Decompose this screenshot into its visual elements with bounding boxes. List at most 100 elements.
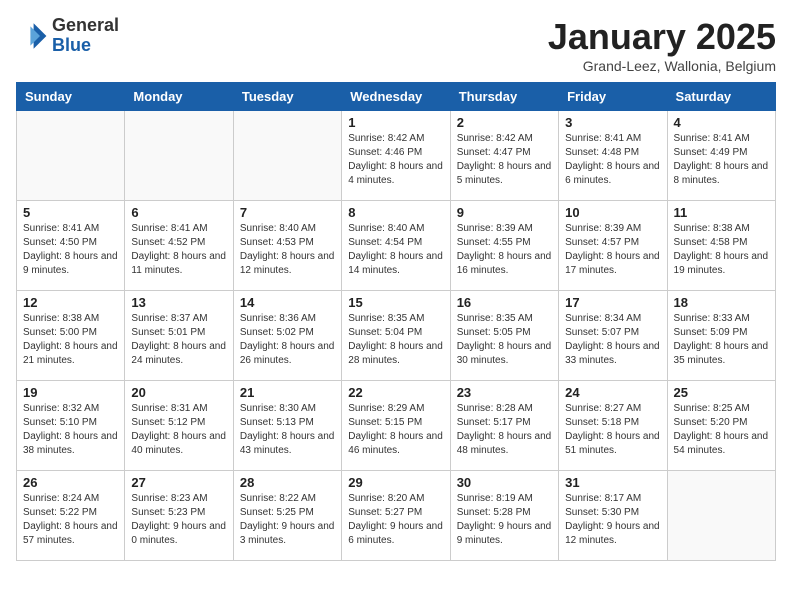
day-number: 21 <box>240 385 335 400</box>
calendar-cell: 19 Sunrise: 8:32 AM Sunset: 5:10 PM Dayli… <box>17 381 125 471</box>
weekday-header-sunday: Sunday <box>17 83 125 111</box>
day-number: 29 <box>348 475 443 490</box>
calendar-cell: 9 Sunrise: 8:39 AM Sunset: 4:55 PM Daylig… <box>450 201 558 291</box>
day-info: Sunrise: 8:31 AM Sunset: 5:12 PM Dayligh… <box>131 402 226 458</box>
page-header: General Blue January 2025 Grand-Leez, Wa… <box>16 16 776 74</box>
day-info: Sunrise: 8:33 AM Sunset: 5:09 PM Dayligh… <box>674 312 769 368</box>
day-number: 10 <box>565 205 660 220</box>
logo-text: General Blue <box>52 16 119 56</box>
logo-icon <box>16 20 48 52</box>
location: Grand-Leez, Wallonia, Belgium <box>548 58 776 74</box>
day-info: Sunrise: 8:17 AM Sunset: 5:30 PM Dayligh… <box>565 492 660 548</box>
day-number: 28 <box>240 475 335 490</box>
day-info: Sunrise: 8:41 AM Sunset: 4:50 PM Dayligh… <box>23 222 118 278</box>
calendar-cell <box>233 111 341 201</box>
calendar-cell: 13 Sunrise: 8:37 AM Sunset: 5:01 PM Dayli… <box>125 291 233 381</box>
day-number: 20 <box>131 385 226 400</box>
day-info: Sunrise: 8:24 AM Sunset: 5:22 PM Dayligh… <box>23 492 118 548</box>
calendar-cell: 20 Sunrise: 8:31 AM Sunset: 5:12 PM Dayli… <box>125 381 233 471</box>
day-info: Sunrise: 8:40 AM Sunset: 4:53 PM Dayligh… <box>240 222 335 278</box>
day-info: Sunrise: 8:35 AM Sunset: 5:04 PM Dayligh… <box>348 312 443 368</box>
day-number: 22 <box>348 385 443 400</box>
day-number: 26 <box>23 475 118 490</box>
calendar-cell: 7 Sunrise: 8:40 AM Sunset: 4:53 PM Daylig… <box>233 201 341 291</box>
day-number: 23 <box>457 385 552 400</box>
day-number: 11 <box>674 205 769 220</box>
day-info: Sunrise: 8:42 AM Sunset: 4:47 PM Dayligh… <box>457 132 552 188</box>
calendar-cell: 5 Sunrise: 8:41 AM Sunset: 4:50 PM Daylig… <box>17 201 125 291</box>
title-block: January 2025 Grand-Leez, Wallonia, Belgi… <box>548 16 776 74</box>
logo-general: General <box>52 16 119 36</box>
calendar-cell <box>17 111 125 201</box>
day-info: Sunrise: 8:38 AM Sunset: 5:00 PM Dayligh… <box>23 312 118 368</box>
day-number: 16 <box>457 295 552 310</box>
calendar-cell: 15 Sunrise: 8:35 AM Sunset: 5:04 PM Dayli… <box>342 291 450 381</box>
day-info: Sunrise: 8:37 AM Sunset: 5:01 PM Dayligh… <box>131 312 226 368</box>
day-number: 30 <box>457 475 552 490</box>
day-number: 19 <box>23 385 118 400</box>
day-number: 25 <box>674 385 769 400</box>
calendar-cell: 6 Sunrise: 8:41 AM Sunset: 4:52 PM Daylig… <box>125 201 233 291</box>
calendar-cell <box>667 471 775 561</box>
week-row-5: 26 Sunrise: 8:24 AM Sunset: 5:22 PM Dayli… <box>17 471 776 561</box>
day-number: 2 <box>457 115 552 130</box>
day-info: Sunrise: 8:42 AM Sunset: 4:46 PM Dayligh… <box>348 132 443 188</box>
weekday-header-wednesday: Wednesday <box>342 83 450 111</box>
day-info: Sunrise: 8:41 AM Sunset: 4:49 PM Dayligh… <box>674 132 769 188</box>
calendar-cell: 27 Sunrise: 8:23 AM Sunset: 5:23 PM Dayli… <box>125 471 233 561</box>
calendar-cell: 18Sunrise: 8:33 AM Sunset: 5:09 PM Dayli… <box>667 291 775 381</box>
weekday-header-friday: Friday <box>559 83 667 111</box>
day-info: Sunrise: 8:32 AM Sunset: 5:10 PM Dayligh… <box>23 402 118 458</box>
calendar-cell: 16Sunrise: 8:35 AM Sunset: 5:05 PM Dayli… <box>450 291 558 381</box>
day-number: 31 <box>565 475 660 490</box>
day-number: 6 <box>131 205 226 220</box>
day-number: 5 <box>23 205 118 220</box>
calendar-cell: 1 Sunrise: 8:42 AM Sunset: 4:46 PM Daylig… <box>342 111 450 201</box>
day-number: 1 <box>348 115 443 130</box>
calendar-cell: 14Sunrise: 8:36 AM Sunset: 5:02 PM Dayli… <box>233 291 341 381</box>
weekday-header-thursday: Thursday <box>450 83 558 111</box>
weekday-header-saturday: Saturday <box>667 83 775 111</box>
day-info: Sunrise: 8:40 AM Sunset: 4:54 PM Dayligh… <box>348 222 443 278</box>
calendar-cell: 21Sunrise: 8:30 AM Sunset: 5:13 PM Dayli… <box>233 381 341 471</box>
day-number: 8 <box>348 205 443 220</box>
day-number: 17 <box>565 295 660 310</box>
day-info: Sunrise: 8:27 AM Sunset: 5:18 PM Dayligh… <box>565 402 660 458</box>
calendar-cell: 24Sunrise: 8:27 AM Sunset: 5:18 PM Dayli… <box>559 381 667 471</box>
day-info: Sunrise: 8:41 AM Sunset: 4:52 PM Dayligh… <box>131 222 226 278</box>
calendar-cell: 3 Sunrise: 8:41 AM Sunset: 4:48 PM Daylig… <box>559 111 667 201</box>
calendar: SundayMondayTuesdayWednesdayThursdayFrid… <box>16 82 776 561</box>
week-row-2: 5 Sunrise: 8:41 AM Sunset: 4:50 PM Daylig… <box>17 201 776 291</box>
day-number: 15 <box>348 295 443 310</box>
day-info: Sunrise: 8:36 AM Sunset: 5:02 PM Dayligh… <box>240 312 335 368</box>
day-number: 12 <box>23 295 118 310</box>
calendar-cell: 26 Sunrise: 8:24 AM Sunset: 5:22 PM Dayli… <box>17 471 125 561</box>
day-number: 9 <box>457 205 552 220</box>
calendar-cell: 8 Sunrise: 8:40 AM Sunset: 4:54 PM Daylig… <box>342 201 450 291</box>
calendar-cell: 17Sunrise: 8:34 AM Sunset: 5:07 PM Dayli… <box>559 291 667 381</box>
calendar-cell: 2 Sunrise: 8:42 AM Sunset: 4:47 PM Daylig… <box>450 111 558 201</box>
weekday-header-monday: Monday <box>125 83 233 111</box>
week-row-1: 1 Sunrise: 8:42 AM Sunset: 4:46 PM Daylig… <box>17 111 776 201</box>
calendar-cell: 12 Sunrise: 8:38 AM Sunset: 5:00 PM Dayli… <box>17 291 125 381</box>
logo-blue: Blue <box>52 36 119 56</box>
calendar-cell: 31 Sunrise: 8:17 AM Sunset: 5:30 PM Dayli… <box>559 471 667 561</box>
weekday-header-row: SundayMondayTuesdayWednesdayThursdayFrid… <box>17 83 776 111</box>
day-info: Sunrise: 8:39 AM Sunset: 4:55 PM Dayligh… <box>457 222 552 278</box>
day-number: 13 <box>131 295 226 310</box>
calendar-cell: 4 Sunrise: 8:41 AM Sunset: 4:49 PM Daylig… <box>667 111 775 201</box>
day-number: 27 <box>131 475 226 490</box>
day-info: Sunrise: 8:25 AM Sunset: 5:20 PM Dayligh… <box>674 402 769 458</box>
day-info: Sunrise: 8:23 AM Sunset: 5:23 PM Dayligh… <box>131 492 226 548</box>
day-info: Sunrise: 8:39 AM Sunset: 4:57 PM Dayligh… <box>565 222 660 278</box>
logo: General Blue <box>16 16 119 56</box>
day-info: Sunrise: 8:28 AM Sunset: 5:17 PM Dayligh… <box>457 402 552 458</box>
weekday-header-tuesday: Tuesday <box>233 83 341 111</box>
day-info: Sunrise: 8:22 AM Sunset: 5:25 PM Dayligh… <box>240 492 335 548</box>
day-number: 7 <box>240 205 335 220</box>
day-number: 3 <box>565 115 660 130</box>
day-info: Sunrise: 8:41 AM Sunset: 4:48 PM Dayligh… <box>565 132 660 188</box>
day-number: 4 <box>674 115 769 130</box>
day-info: Sunrise: 8:29 AM Sunset: 5:15 PM Dayligh… <box>348 402 443 458</box>
day-info: Sunrise: 8:38 AM Sunset: 4:58 PM Dayligh… <box>674 222 769 278</box>
